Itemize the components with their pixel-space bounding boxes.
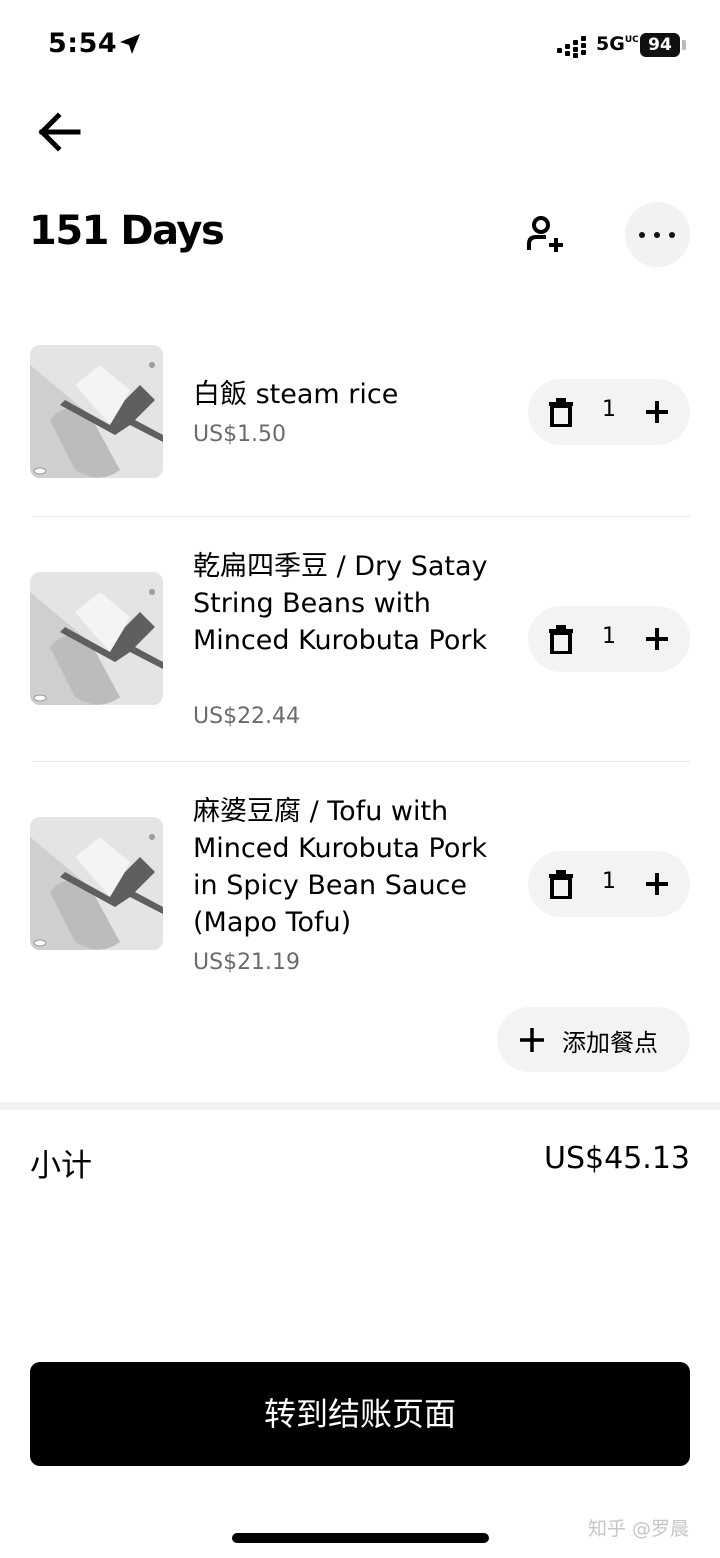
quantity-value: 1: [602, 869, 616, 894]
more-dot-icon: [669, 232, 675, 238]
plus-icon[interactable]: [644, 871, 670, 897]
subtotal-value: US$45.13: [544, 1141, 690, 1176]
location-arrow-icon: [120, 34, 140, 54]
add-items-label: 添加餐点: [562, 1029, 658, 1057]
more-dot-icon: [639, 232, 645, 238]
checkout-button[interactable]: 转到结账页面: [30, 1362, 690, 1466]
trash-icon[interactable]: [548, 624, 574, 654]
quantity-stepper: 1: [528, 606, 690, 672]
status-bar: 5:54 5GUC 94: [0, 0, 720, 92]
network-indicator: 5GUC: [596, 33, 639, 55]
quantity-value: 1: [602, 397, 616, 422]
trash-icon[interactable]: [548, 869, 574, 899]
food-placeholder-icon: [30, 817, 163, 950]
home-indicator[interactable]: [232, 1533, 489, 1543]
plus-icon[interactable]: [644, 626, 670, 652]
more-options-button[interactable]: [625, 202, 690, 267]
cellular-signal-icon: [557, 36, 586, 58]
item-price: US$22.44: [193, 704, 301, 729]
add-items-button[interactable]: 添加餐点: [497, 1007, 690, 1072]
food-placeholder-icon: [30, 345, 163, 478]
network-label: 5G: [596, 33, 625, 55]
add-person-icon[interactable]: [520, 208, 572, 260]
food-placeholder-icon: [30, 572, 163, 705]
divider: [33, 516, 690, 517]
battery-tip: [682, 40, 686, 50]
quantity-stepper: 1: [528, 851, 690, 917]
battery-icon: 94: [640, 33, 680, 57]
plus-icon: [520, 1028, 544, 1052]
item-name[interactable]: 白飯 steam rice: [193, 376, 513, 413]
item-price: US$21.19: [193, 950, 301, 975]
item-name[interactable]: 乾扁四季豆 / Dry Satay String Beans with Minc…: [193, 548, 513, 659]
network-sub-label: UC: [624, 35, 639, 45]
status-time: 5:54: [48, 28, 118, 59]
watermark: 知乎 @罗晨: [588, 1518, 690, 1540]
plus-icon[interactable]: [644, 399, 670, 425]
back-arrow-icon[interactable]: [34, 108, 86, 156]
page-title: 151 Days: [29, 208, 225, 254]
more-dot-icon: [654, 232, 660, 238]
quantity-stepper: 1: [528, 379, 690, 445]
item-price: US$1.50: [193, 422, 287, 447]
subtotal-label: 小计: [30, 1148, 92, 1184]
section-divider: [0, 1102, 720, 1110]
item-name[interactable]: 麻婆豆腐 / Tofu with Minced Kurobuta Pork in…: [193, 793, 513, 941]
divider: [33, 761, 690, 762]
quantity-value: 1: [602, 624, 616, 649]
trash-icon[interactable]: [548, 397, 574, 427]
